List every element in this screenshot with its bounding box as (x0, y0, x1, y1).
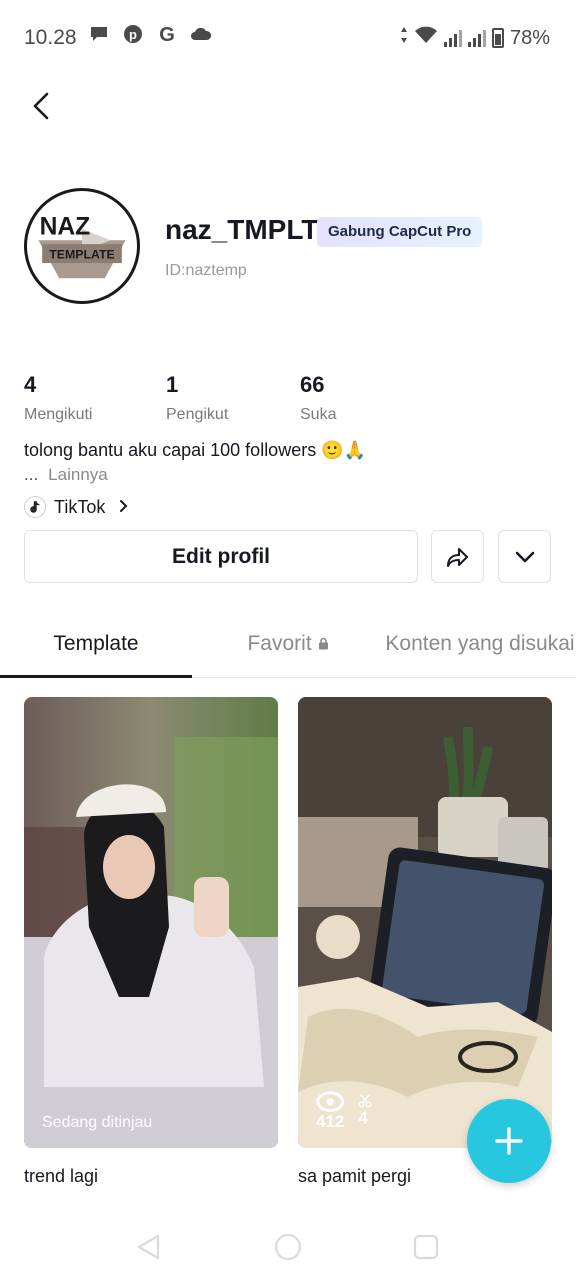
tab-favorit[interactable]: Favorit (192, 620, 384, 656)
capcut-pro-badge[interactable]: Gabung CapCut Pro (317, 217, 483, 247)
pinterest-icon: p (122, 24, 144, 50)
profile-tabs: Template Favorit Konten yang disukai (0, 620, 576, 678)
stat-label: Suka (300, 406, 337, 423)
review-status: Sedang ditinjau (42, 1114, 153, 1131)
stat-following[interactable]: 4 Mengikuti (24, 372, 92, 424)
username: naz_TMPLT (165, 214, 319, 245)
views-count: 412 (316, 1112, 345, 1131)
share-icon (446, 547, 468, 567)
battery-icon (491, 28, 504, 48)
svg-text:p: p (129, 27, 137, 42)
status-time: 10.28 (24, 26, 77, 49)
stat-value: 4 (24, 372, 37, 397)
chat-icon (88, 25, 110, 49)
more-options-button[interactable] (498, 530, 551, 583)
nav-home-icon[interactable] (273, 1232, 303, 1267)
lock-icon (318, 632, 329, 655)
stat-value: 1 (166, 372, 179, 397)
stat-followers[interactable]: 1 Pengikut (166, 372, 228, 424)
user-id: ID:naztemp (165, 262, 247, 279)
svg-text:G: G (159, 24, 175, 44)
share-button[interactable] (431, 530, 484, 583)
google-icon: G (156, 24, 178, 50)
back-arrow-icon (33, 92, 49, 120)
plus-icon (495, 1127, 523, 1155)
tab-label: Template (53, 632, 139, 655)
tab-template[interactable]: Template (0, 620, 192, 678)
template-thumbnail (298, 697, 552, 1148)
nav-back-icon[interactable] (134, 1232, 164, 1267)
more-label: Lainnya (48, 465, 108, 484)
tab-label: Konten yang disukai (385, 632, 575, 655)
eye-icon (316, 1091, 345, 1112)
avatar-logo: NAZ TEMPLATE (30, 194, 134, 298)
notification-icons: p G (88, 24, 212, 50)
signal-icon (443, 29, 462, 47)
tiktok-label: TikTok (54, 496, 106, 517)
svg-text:TEMPLATE: TEMPLATE (49, 247, 114, 261)
tab-label: Favorit (247, 632, 312, 655)
chevron-down-icon (515, 551, 534, 562)
system-nav-bar (0, 1210, 576, 1280)
stat-label: Mengikuti (24, 406, 93, 423)
edit-profile-button[interactable]: Edit profil (24, 530, 418, 583)
status-bar: 10.28 p G 78% (0, 0, 576, 76)
template-card[interactable]: 412 4 (298, 697, 552, 1148)
views-stat: 412 (316, 1091, 344, 1132)
tiktok-link[interactable]: TikTok (24, 496, 129, 518)
data-arrows-icon (400, 26, 408, 50)
bio: tolong bantu aku capai 100 followers 🙂🙏 (24, 440, 367, 460)
signal-icon-2 (467, 29, 486, 47)
cloud-icon (190, 26, 212, 48)
back-button[interactable] (22, 88, 58, 124)
uses-stat: 4 (358, 1094, 372, 1128)
avatar[interactable]: NAZ TEMPLATE (24, 188, 140, 304)
tab-konten-disukai[interactable]: Konten yang disukai (384, 620, 576, 656)
template-thumbnail (24, 697, 278, 1148)
template-card[interactable]: Sedang ditinjau (24, 697, 278, 1148)
svg-text:NAZ: NAZ (40, 214, 91, 241)
template-title[interactable]: sa pamit pergi (298, 1166, 411, 1187)
tiktok-icon (24, 496, 46, 518)
chevron-right-icon (119, 497, 129, 518)
nav-recents-icon[interactable] (411, 1232, 441, 1267)
bio-more-button[interactable]: ... Lainnya (24, 465, 108, 485)
wifi-icon (414, 26, 438, 50)
scissors-icon (358, 1094, 372, 1108)
stat-value: 66 (300, 372, 325, 397)
uses-count: 4 (358, 1108, 368, 1128)
template-title[interactable]: trend lagi (24, 1166, 98, 1187)
battery-level: 78% (509, 26, 550, 49)
stat-label: Pengikut (166, 406, 229, 423)
system-status: 78% (400, 26, 550, 50)
template-stats: 412 4 (316, 1091, 372, 1132)
create-template-button[interactable] (467, 1099, 551, 1183)
stat-likes[interactable]: 66 Suka (300, 372, 336, 424)
ellipsis: ... (24, 465, 39, 484)
